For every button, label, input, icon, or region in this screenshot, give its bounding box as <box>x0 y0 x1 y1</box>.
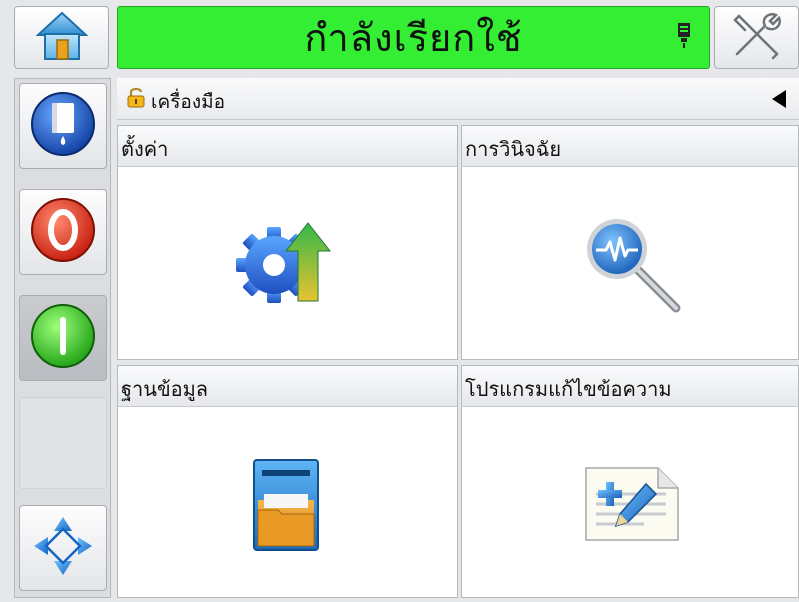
tile-header: โปรแกรมแก้ไขข้อความ <box>462 366 798 407</box>
breadcrumb: เครื่องมือ <box>117 78 799 120</box>
tools-icon <box>731 12 783 64</box>
tile-message-editor[interactable]: โปรแกรมแก้ไขข้อความ <box>461 365 799 598</box>
diagnostics-magnifier-icon <box>584 216 684 320</box>
tile-title: ฐานข้อมูล <box>121 377 209 401</box>
tile-title: โปรแกรมแก้ไขข้อความ <box>465 377 672 401</box>
start-icon <box>29 302 97 374</box>
status-bar[interactable]: กำลังเรียกใช้ <box>117 6 710 69</box>
tile-header: ฐานข้อมูล <box>118 366 457 407</box>
tile-title: การวินิจฉัย <box>465 137 562 161</box>
side-empty-slot <box>19 397 107 489</box>
tile-diagnostics[interactable]: การวินิจฉัย <box>461 125 799 360</box>
tile-database[interactable]: ฐานข้อมูล <box>117 365 458 598</box>
back-arrow-icon[interactable] <box>771 89 787 113</box>
side-panel <box>14 78 111 598</box>
home-button[interactable] <box>14 6 109 69</box>
tile-setup[interactable]: ตั้งค่า <box>117 125 458 360</box>
start-button[interactable] <box>19 295 107 381</box>
message-editor-icon <box>584 466 680 546</box>
settings-gear-icon <box>236 221 336 311</box>
home-icon <box>34 11 89 65</box>
tile-header: การวินิจฉัย <box>462 126 798 167</box>
breadcrumb-label: เครื่องมือ <box>151 91 226 113</box>
stop-icon <box>29 196 97 268</box>
tile-header: ตั้งค่า <box>118 126 457 167</box>
database-cabinet-icon <box>252 458 320 556</box>
navigation-arrows-icon <box>32 515 94 581</box>
printhead-icon <box>677 23 691 53</box>
tools-button[interactable] <box>714 6 799 69</box>
stop-button[interactable] <box>19 189 107 275</box>
tile-title: ตั้งค่า <box>121 137 169 161</box>
ink-button[interactable] <box>19 83 107 169</box>
navigation-button[interactable] <box>19 505 107 591</box>
ink-cartridge-icon <box>29 90 97 162</box>
status-text: กำลังเรียกใช้ <box>304 16 523 60</box>
lock-icon <box>126 86 146 112</box>
